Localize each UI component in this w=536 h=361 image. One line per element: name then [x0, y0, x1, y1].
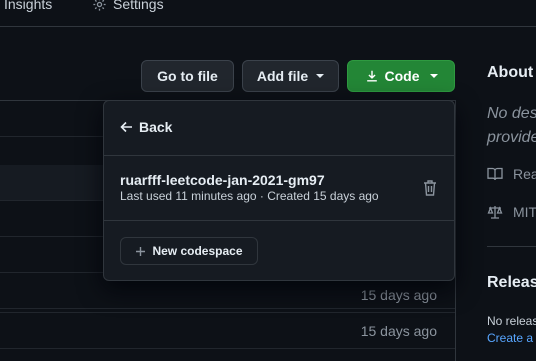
chevron-down-icon: [429, 74, 438, 78]
tab-settings[interactable]: Settings: [92, 0, 164, 14]
no-releases-text: No releas: [487, 314, 536, 328]
codespace-name[interactable]: ruarfff-leetcode-jan-2021-gm97: [120, 172, 325, 188]
divider: [104, 220, 454, 221]
add-file-button[interactable]: Add file: [242, 60, 339, 92]
code-button[interactable]: Code: [347, 60, 455, 92]
license-link[interactable]: MIT: [487, 204, 536, 220]
readme-link[interactable]: Rea: [487, 166, 536, 182]
releases-heading: Releas: [487, 274, 536, 291]
about-desc-line: provide: [487, 129, 536, 146]
tab-insights[interactable]: Insights: [4, 0, 52, 14]
create-release-link[interactable]: Create a: [487, 331, 533, 345]
download-icon: [366, 70, 377, 82]
about-desc-line: No des: [487, 105, 536, 122]
row-age: 15 days ago: [360, 287, 437, 303]
arrow-left-icon: [120, 121, 132, 133]
code-button-label: Code: [384, 68, 420, 84]
about-description: No des provide: [487, 102, 536, 150]
chevron-down-icon: [316, 74, 325, 78]
repo-nav: Insights Settings: [0, 0, 536, 27]
license-label: MIT: [513, 204, 536, 220]
tab-insights-label: Insights: [4, 0, 53, 12]
new-codespace-label: New codespace: [152, 244, 243, 258]
repo-sidebar: About No des provide Rea MIT Releas No r…: [487, 0, 536, 361]
back-label: Back: [139, 119, 173, 135]
tab-settings-label: Settings: [113, 0, 164, 12]
divider: [487, 246, 536, 247]
divider: [104, 155, 454, 156]
codespaces-dropdown: Back ruarfff-leetcode-jan-2021-gm97 Last…: [103, 100, 455, 281]
row-age: 15 days ago: [360, 323, 437, 339]
new-codespace-button[interactable]: New codespace: [120, 237, 258, 265]
law-icon: [487, 206, 503, 219]
book-icon: [487, 167, 503, 181]
table-row[interactable]: 15 days ago: [0, 277, 455, 313]
about-heading: About: [487, 64, 534, 81]
gear-icon: [93, 0, 106, 11]
trash-icon[interactable]: [422, 179, 438, 197]
table-row[interactable]: 15 days ago: [0, 313, 455, 349]
go-to-file-label: Go to file: [157, 68, 218, 84]
plus-icon: [136, 246, 146, 256]
back-button[interactable]: Back: [120, 119, 172, 135]
codespace-meta: Last used 11 minutes ago · Created 15 da…: [120, 189, 379, 203]
add-file-label: Add file: [256, 68, 309, 84]
go-to-file-button[interactable]: Go to file: [141, 60, 234, 92]
readme-label: Rea: [513, 166, 536, 182]
